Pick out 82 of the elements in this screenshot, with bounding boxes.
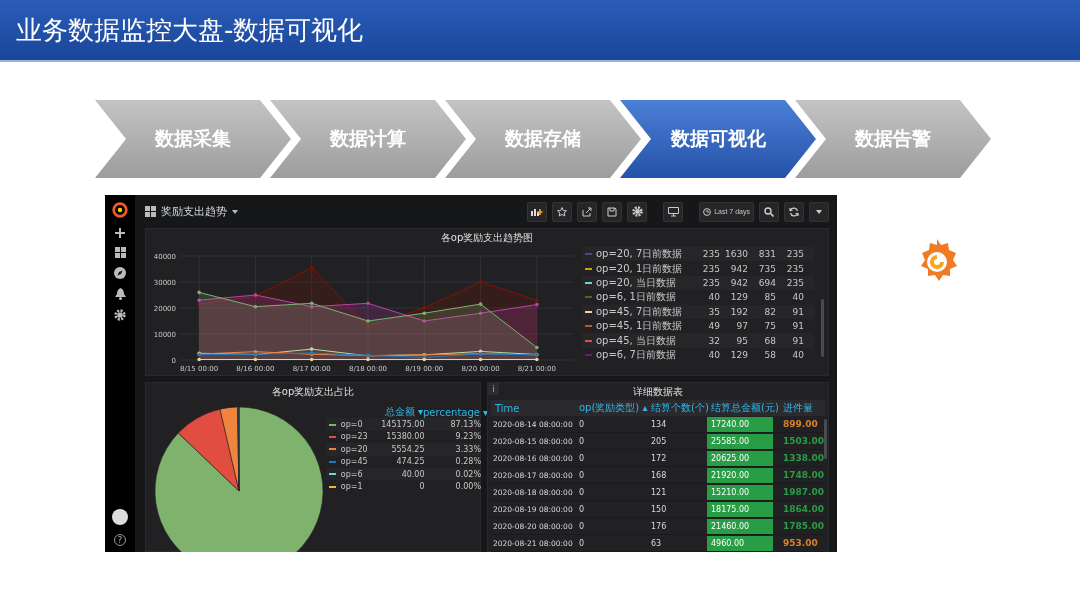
table-cell-text: 63 xyxy=(650,538,663,548)
table-cell-text: 168 xyxy=(650,470,668,480)
table-cell: 1748.00 xyxy=(783,470,824,480)
table-cell-text: 0 xyxy=(578,504,586,514)
table-cell: 1503.00 xyxy=(783,436,824,446)
slide-title: 业务数据监控大盘-数据可视化 xyxy=(16,13,364,47)
legend-value: 75 xyxy=(763,321,776,332)
table-cell: 4960.00 xyxy=(707,535,773,551)
table-cell: 25585.00 xyxy=(707,433,773,449)
legend-value: 40 xyxy=(707,349,720,360)
legend-value: 942 xyxy=(729,277,748,288)
table-cell-text: 134 xyxy=(650,419,668,429)
legend-value: 49 xyxy=(707,321,720,332)
table-cell-text: 0 xyxy=(578,436,586,446)
legend-value: 235 xyxy=(785,263,804,274)
legend-value: 474.25 xyxy=(395,457,425,467)
legend-value: 192 xyxy=(729,306,748,317)
table-cell: 21920.00 xyxy=(707,467,773,483)
table-cell-text: 150 xyxy=(650,504,668,514)
table-cell-text: 205 xyxy=(650,436,668,446)
table-cell-text: 121 xyxy=(650,487,668,497)
table-cell-text: 0 xyxy=(578,470,586,480)
process-step: 数据采集 xyxy=(95,100,291,178)
table-cell: 15210.00 xyxy=(707,484,773,500)
table-cell: 1785.00 xyxy=(783,521,824,531)
legend-value: 0.00% xyxy=(454,482,481,492)
legend-value: 35 xyxy=(707,306,720,317)
table-cell-text: 0 xyxy=(578,419,586,429)
table-cell: 899.00 xyxy=(783,419,818,429)
table-cell: 17240.00 xyxy=(707,416,773,432)
legend-value: 0.28% xyxy=(454,457,481,467)
legend-value: 40 xyxy=(791,349,804,360)
legend-value: 1630 xyxy=(724,249,748,260)
table-cell: 953.00 xyxy=(783,538,818,548)
legend-value: 0.02% xyxy=(454,469,481,479)
table-cell-text: 0 xyxy=(578,487,586,497)
legend-value: 235 xyxy=(701,249,720,260)
table-cell: 21460.00 xyxy=(707,518,773,534)
legend-value: 97 xyxy=(735,321,748,332)
legend-value: 40 xyxy=(791,292,804,303)
table-cell: 1987.00 xyxy=(783,487,824,497)
legend-value: 9.23% xyxy=(454,432,481,442)
legend-value: 85 xyxy=(763,292,776,303)
legend-value: 68 xyxy=(763,335,776,346)
legend-value: 235 xyxy=(701,263,720,274)
table-cell-text: 0 xyxy=(578,521,586,531)
legend-value: 235 xyxy=(785,277,804,288)
process-step: 数据存储 xyxy=(445,100,641,178)
legend-value: 15380.00 xyxy=(385,432,425,442)
table-cell: 18175.00 xyxy=(707,501,773,517)
legend-value: 91 xyxy=(791,306,804,317)
process-step: 数据可视化 xyxy=(620,100,816,178)
table-cell: 1338.00 xyxy=(783,453,824,463)
legend-value: 40 xyxy=(707,292,720,303)
process-step: 数据计算 xyxy=(270,100,466,178)
legend-value: 32 xyxy=(707,335,720,346)
legend-value: 58 xyxy=(763,349,776,360)
legend-value: 145175.00 xyxy=(380,420,425,430)
table-cell-text: 0 xyxy=(578,453,586,463)
legend-value: 235 xyxy=(701,277,720,288)
legend-value: 91 xyxy=(791,321,804,332)
legend-value: 5554.25 xyxy=(390,444,425,454)
legend-value: 831 xyxy=(757,249,776,260)
legend-value: 87.13% xyxy=(449,420,481,430)
table-cell-text: 176 xyxy=(650,521,668,531)
legend-value: 3.33% xyxy=(454,444,481,454)
table-cell: 20625.00 xyxy=(707,450,773,466)
legend-value: 95 xyxy=(735,335,748,346)
legend-value: 91 xyxy=(791,335,804,346)
legend-value: 129 xyxy=(729,349,748,360)
legend-value: 694 xyxy=(757,277,776,288)
table-cell-text: 0 xyxy=(578,538,586,548)
process-step: 数据告警 xyxy=(795,100,991,178)
table-cell-text: 172 xyxy=(650,453,668,463)
table-cell: 1864.00 xyxy=(783,504,824,514)
legend-value: 40.00 xyxy=(400,469,425,479)
legend-value: 735 xyxy=(757,263,776,274)
legend-value: 129 xyxy=(729,292,748,303)
legend-value: 942 xyxy=(729,263,748,274)
legend-value: 0 xyxy=(418,482,425,492)
legend-value: 235 xyxy=(785,249,804,260)
legend-value: 82 xyxy=(763,306,776,317)
